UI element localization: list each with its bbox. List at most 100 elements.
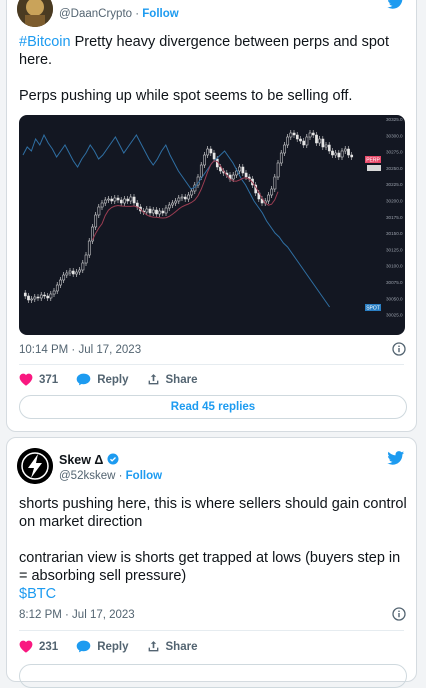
candle-body bbox=[164, 207, 168, 214]
tweet-card-skew: Skew Δ @52kskew · Follow shorts pushing … bbox=[6, 437, 417, 688]
author-handle[interactable]: @52kskew bbox=[59, 470, 115, 482]
candle-body bbox=[279, 152, 283, 164]
candle-body bbox=[308, 132, 312, 138]
candle-body bbox=[75, 271, 78, 275]
author-name[interactable]: Skew Δ bbox=[59, 453, 119, 467]
tweet-text: shorts pushing here, this is where selle… bbox=[19, 495, 409, 603]
candle-body bbox=[129, 196, 133, 202]
tweet-text-line1: Pretty heavy divergence between perps an… bbox=[19, 34, 389, 68]
candle-body bbox=[350, 154, 354, 158]
tweet-text: #Bitcoin Pretty heavy divergence between… bbox=[19, 33, 409, 105]
price-tick-label: 30225.0 bbox=[386, 182, 403, 187]
tweet-text-line1: shorts pushing here, this is where selle… bbox=[19, 496, 407, 530]
candle-body bbox=[187, 194, 190, 200]
price-tick-label: 30275.0 bbox=[386, 150, 403, 155]
reply-button[interactable]: Reply bbox=[76, 640, 129, 653]
candle-body bbox=[123, 198, 126, 204]
candle-body bbox=[145, 208, 149, 213]
candle-body bbox=[171, 202, 174, 206]
reply-label: Reply bbox=[97, 640, 129, 653]
avatar[interactable] bbox=[17, 448, 53, 484]
tweet-timestamp[interactable]: 8:12 PM · Jul 17, 2023 bbox=[19, 609, 135, 621]
candle-body bbox=[116, 197, 120, 201]
follow-button[interactable]: Follow bbox=[142, 8, 178, 20]
price-tick-label: 30100.0 bbox=[386, 264, 403, 269]
info-icon[interactable] bbox=[392, 607, 406, 621]
candle-body bbox=[327, 144, 331, 152]
candle-body bbox=[241, 166, 245, 174]
candle-body bbox=[113, 197, 117, 202]
candle-body bbox=[270, 188, 274, 196]
svg-text:PERP: PERP bbox=[366, 158, 380, 164]
candle-body bbox=[324, 144, 328, 148]
candle-body bbox=[244, 172, 248, 178]
follow-button[interactable]: Follow bbox=[126, 470, 162, 482]
candle-body bbox=[78, 269, 82, 273]
share-label: Share bbox=[165, 373, 198, 386]
candle-body bbox=[62, 274, 66, 281]
twitter-bird-icon[interactable] bbox=[387, 451, 405, 465]
candle-body bbox=[273, 176, 277, 190]
candle-body bbox=[209, 148, 213, 154]
candle-body bbox=[110, 198, 114, 202]
candle-body bbox=[132, 196, 136, 204]
author-handle[interactable]: @DaanCrypto bbox=[59, 8, 132, 20]
divider bbox=[19, 364, 404, 365]
share-icon bbox=[148, 641, 158, 652]
candle-body bbox=[267, 194, 270, 202]
lightning-avatar-icon bbox=[17, 448, 53, 484]
candle-body bbox=[289, 132, 293, 138]
share-button[interactable]: Share bbox=[147, 373, 198, 386]
candle-body bbox=[299, 138, 302, 142]
author-handle-row: @DaanCrypto · Follow bbox=[59, 8, 179, 20]
candle-body bbox=[65, 272, 69, 276]
tweet-text-line2: Perps pushing up while spot seems to be … bbox=[19, 88, 353, 104]
candle-body bbox=[177, 197, 181, 202]
heart-icon bbox=[19, 373, 33, 386]
divider bbox=[19, 630, 404, 631]
candle-body bbox=[174, 200, 178, 204]
reply-button[interactable]: Reply bbox=[76, 373, 129, 386]
svg-text:SPOT: SPOT bbox=[366, 306, 380, 312]
candle-body bbox=[119, 199, 123, 204]
candle-body bbox=[36, 296, 40, 299]
candle-body bbox=[158, 210, 162, 215]
share-label: Share bbox=[165, 640, 198, 653]
price-tick-label: 30175.0 bbox=[386, 215, 403, 220]
candle-body bbox=[27, 295, 30, 301]
candle-body bbox=[148, 208, 152, 214]
candle-body bbox=[295, 134, 299, 140]
candle-body bbox=[302, 140, 306, 146]
price-tick-label: 30150.0 bbox=[386, 231, 403, 236]
price-tick-label: 30250.0 bbox=[386, 166, 403, 171]
candle-body bbox=[161, 210, 165, 214]
info-icon[interactable] bbox=[392, 342, 406, 356]
candle-body bbox=[87, 240, 91, 256]
avatar[interactable] bbox=[17, 0, 53, 27]
candle-body bbox=[292, 132, 296, 136]
read-replies-button[interactable]: Read 45 replies bbox=[19, 395, 407, 419]
candle-body bbox=[52, 290, 56, 295]
share-icon bbox=[148, 374, 158, 385]
perp-badge: PERP bbox=[365, 156, 381, 164]
tweet-timestamp[interactable]: 10:14 PM · Jul 17, 2023 bbox=[19, 344, 141, 356]
twitter-bird-icon[interactable] bbox=[387, 0, 405, 9]
candle-body bbox=[94, 214, 98, 228]
like-button[interactable]: 371 bbox=[19, 373, 58, 386]
candle-body bbox=[311, 132, 315, 136]
price-label-badge bbox=[367, 165, 381, 171]
price-tick-label: 30125.0 bbox=[386, 247, 403, 252]
like-button[interactable]: 231 bbox=[19, 640, 58, 653]
heart-icon bbox=[19, 640, 33, 653]
price-tick-label: 30325.0 bbox=[386, 117, 403, 122]
candle-body bbox=[283, 144, 286, 154]
hashtag-link[interactable]: #Bitcoin bbox=[19, 34, 71, 50]
candlesticks bbox=[23, 130, 354, 303]
candle-body bbox=[340, 150, 344, 158]
cashtag-link[interactable]: $BTC bbox=[19, 585, 409, 603]
share-button[interactable]: Share bbox=[147, 640, 198, 653]
candle-body bbox=[305, 136, 309, 146]
read-replies-button[interactable] bbox=[19, 664, 407, 688]
candle-body bbox=[199, 164, 203, 178]
price-chart-image[interactable]: 30325.0 30300.0 30275.0 30250.0 30225.0 30200… bbox=[19, 115, 405, 335]
